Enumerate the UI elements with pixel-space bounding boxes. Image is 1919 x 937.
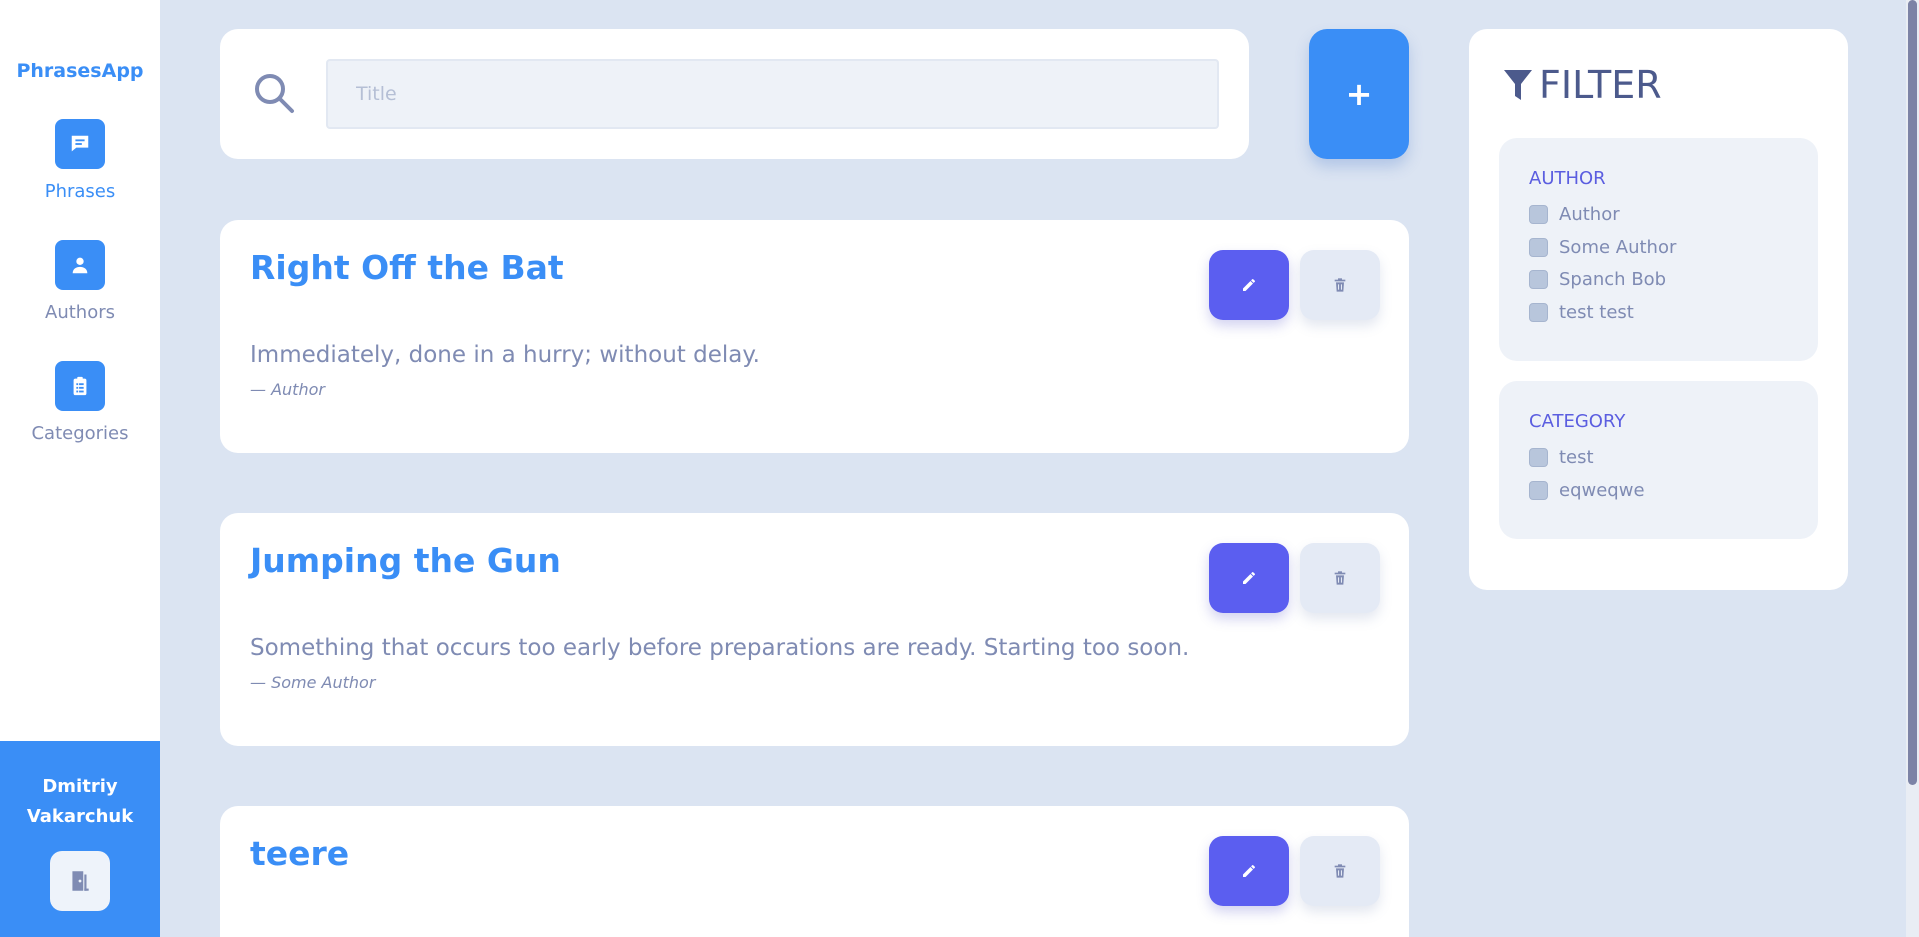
phrase-author: — Author bbox=[250, 380, 325, 399]
page-scrollbar[interactable] bbox=[1906, 0, 1919, 937]
search-input[interactable] bbox=[326, 59, 1219, 129]
search-icon bbox=[255, 74, 294, 113]
edit-button[interactable] bbox=[1209, 250, 1289, 320]
pencil-icon bbox=[1243, 572, 1255, 584]
option-label: Author bbox=[1559, 204, 1620, 225]
phrase-card: Right Off the Bat Immediately, done in a… bbox=[220, 220, 1409, 453]
filter-title-text: FILTER bbox=[1539, 63, 1662, 107]
pencil-icon bbox=[1243, 865, 1255, 877]
sidebar-item-label: Authors bbox=[45, 302, 115, 323]
category-option[interactable]: test bbox=[1529, 447, 1594, 468]
category-option[interactable]: eqweqwe bbox=[1529, 480, 1645, 501]
author-option[interactable]: Author bbox=[1529, 204, 1620, 225]
checkbox[interactable] bbox=[1529, 238, 1548, 257]
sidebar-item-phrases[interactable]: Phrases bbox=[0, 119, 160, 202]
trash-icon bbox=[1334, 278, 1346, 292]
author-group-title: AUTHOR bbox=[1529, 168, 1606, 189]
delete-button[interactable] bbox=[1300, 836, 1380, 906]
sidebar-item-label: Categories bbox=[31, 423, 129, 444]
edit-button[interactable] bbox=[1209, 543, 1289, 613]
message-icon bbox=[55, 119, 105, 169]
logout-button[interactable] bbox=[50, 851, 110, 911]
checkbox[interactable] bbox=[1529, 205, 1548, 224]
option-label: test test bbox=[1559, 302, 1634, 323]
phrase-author: — Some Author bbox=[250, 673, 376, 692]
user-icon bbox=[55, 240, 105, 290]
category-filter-group: CATEGORY test eqweqwe bbox=[1499, 381, 1818, 539]
author-option[interactable]: Some Author bbox=[1529, 237, 1676, 258]
clipboard-list-icon bbox=[55, 361, 105, 411]
user-first-name: Dmitriy bbox=[42, 776, 118, 797]
delete-button[interactable] bbox=[1300, 543, 1380, 613]
user-last-name: Vakarchuk bbox=[26, 806, 134, 827]
sidebar-item-categories[interactable]: Categories bbox=[0, 361, 160, 444]
option-label: Some Author bbox=[1559, 237, 1677, 258]
phrase-card: Jumping the Gun Something that occurs to… bbox=[220, 513, 1409, 746]
checkbox[interactable] bbox=[1529, 303, 1548, 322]
phrase-card: teere bbox=[220, 806, 1409, 937]
phrase-text: Something that occurs too early before p… bbox=[250, 635, 1190, 661]
checkbox[interactable] bbox=[1529, 481, 1548, 500]
phrase-title: Jumping the Gun bbox=[250, 541, 561, 580]
user-panel: Dmitriy Vakarchuk bbox=[0, 741, 160, 937]
user-name: Dmitriy Vakarchuk bbox=[0, 772, 160, 832]
phrase-title: teere bbox=[250, 834, 350, 873]
category-group-title: CATEGORY bbox=[1529, 411, 1626, 432]
sidebar-item-label: Phrases bbox=[44, 181, 116, 202]
app-brand[interactable]: PhrasesApp bbox=[0, 60, 160, 82]
author-option[interactable]: test test bbox=[1529, 302, 1634, 323]
phrase-text: Immediately, done in a hurry; without de… bbox=[250, 342, 760, 368]
delete-button[interactable] bbox=[1300, 250, 1380, 320]
funnel-icon bbox=[1504, 70, 1532, 100]
option-label: Spanch Bob bbox=[1559, 269, 1667, 290]
phrase-title: Right Off the Bat bbox=[250, 248, 564, 287]
filter-title: FILTER bbox=[1503, 63, 1662, 107]
filter-panel: FILTER AUTHOR Author Some Author Spanch … bbox=[1469, 29, 1848, 590]
add-phrase-button[interactable]: + bbox=[1309, 29, 1409, 159]
edit-button[interactable] bbox=[1209, 836, 1289, 906]
sidebar: PhrasesApp Phrases Authors Categories Dm… bbox=[0, 0, 160, 937]
trash-icon bbox=[1334, 864, 1346, 878]
pencil-icon bbox=[1243, 279, 1255, 291]
search-card bbox=[220, 29, 1249, 159]
sidebar-item-authors[interactable]: Authors bbox=[0, 240, 160, 323]
checkbox[interactable] bbox=[1529, 270, 1548, 289]
checkbox[interactable] bbox=[1529, 448, 1548, 467]
trash-icon bbox=[1334, 571, 1346, 585]
author-filter-group: AUTHOR Author Some Author Spanch Bob tes… bbox=[1499, 138, 1818, 361]
plus-icon: + bbox=[1345, 75, 1373, 113]
author-option[interactable]: Spanch Bob bbox=[1529, 269, 1666, 290]
door-exit-icon bbox=[72, 871, 89, 891]
option-label: eqweqwe bbox=[1559, 480, 1645, 501]
scrollbar-thumb[interactable] bbox=[1908, 0, 1917, 785]
option-label: test bbox=[1559, 447, 1594, 468]
